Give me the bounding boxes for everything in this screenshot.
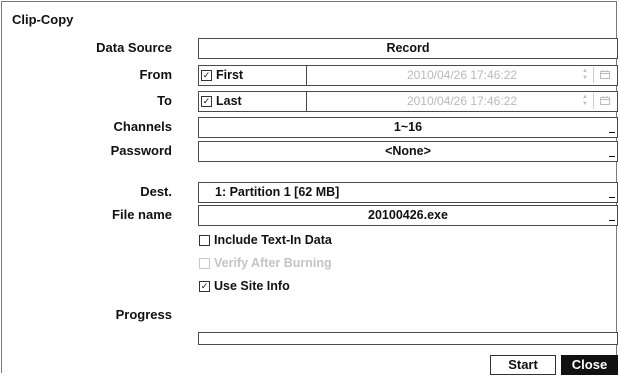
channels-value: 1~16 <box>393 120 423 134</box>
check-icon: ✓ <box>200 281 209 291</box>
from-datetime-field[interactable]: 2010/04/26 17:46:22 ▲ ▼ <box>306 65 618 86</box>
calendar-icon <box>600 96 610 105</box>
spinner-icon[interactable]: ▲ ▼ <box>581 68 589 82</box>
password-label: Password <box>110 143 172 158</box>
include-text-in-label[interactable]: Include Text-In Data <box>214 232 332 248</box>
field-corner-mark <box>609 156 615 157</box>
from-first-label: First <box>216 68 244 82</box>
file-name-field[interactable]: 20100426.exe <box>198 205 618 226</box>
spinner-icon[interactable]: ▲ ▼ <box>581 94 589 108</box>
field-corner-mark <box>609 197 615 198</box>
progress-bar <box>198 332 618 345</box>
to-last-checkbox[interactable]: ✓ <box>201 96 212 107</box>
use-site-info-label[interactable]: Use Site Info <box>214 278 290 294</box>
close-button[interactable]: Close <box>561 355 618 375</box>
data-source-label: Data Source <box>96 40 172 55</box>
verify-after-burning-checkbox <box>199 258 210 269</box>
password-field[interactable]: <None> <box>198 141 618 162</box>
to-last-toggle[interactable]: ✓ Last <box>198 91 307 112</box>
data-source-value: Record <box>386 41 430 55</box>
field-corner-mark <box>609 220 615 221</box>
password-value: <None> <box>385 144 431 158</box>
from-datetime-value: 2010/04/26 17:46:22 <box>406 68 518 82</box>
to-datetime-field[interactable]: 2010/04/26 17:46:22 ▲ ▼ <box>306 91 618 112</box>
dialog-title: Clip-Copy <box>12 12 74 27</box>
to-calendar-button[interactable] <box>593 93 615 109</box>
check-icon: ✓ <box>202 70 211 80</box>
channels-label: Channels <box>113 119 172 134</box>
use-site-info-checkbox[interactable]: ✓ <box>199 281 210 292</box>
to-datetime-value: 2010/04/26 17:46:22 <box>406 94 518 108</box>
dest-label: Dest. <box>140 184 172 199</box>
from-first-checkbox[interactable]: ✓ <box>201 70 212 81</box>
dest-value: 1: Partition 1 [62 MB] <box>215 185 340 199</box>
calendar-icon <box>600 70 610 79</box>
field-corner-mark <box>609 132 615 133</box>
data-source-field[interactable]: Record <box>198 38 618 59</box>
from-calendar-button[interactable] <box>593 67 615 83</box>
to-last-label: Last <box>216 94 242 108</box>
file-name-label: File name <box>112 207 172 222</box>
include-text-in-checkbox[interactable] <box>199 235 210 246</box>
check-icon: ✓ <box>202 96 211 106</box>
from-label: From <box>139 67 173 82</box>
progress-label: Progress <box>115 307 172 322</box>
start-button[interactable]: Start <box>490 355 556 375</box>
channels-field[interactable]: 1~16 <box>198 117 618 138</box>
file-name-value: 20100426.exe <box>368 208 448 222</box>
to-label: To <box>157 93 172 108</box>
dest-dropdown[interactable]: 1: Partition 1 [62 MB] <box>198 182 618 203</box>
from-first-toggle[interactable]: ✓ First <box>198 65 307 86</box>
verify-after-burning-label: Verify After Burning <box>214 256 332 270</box>
